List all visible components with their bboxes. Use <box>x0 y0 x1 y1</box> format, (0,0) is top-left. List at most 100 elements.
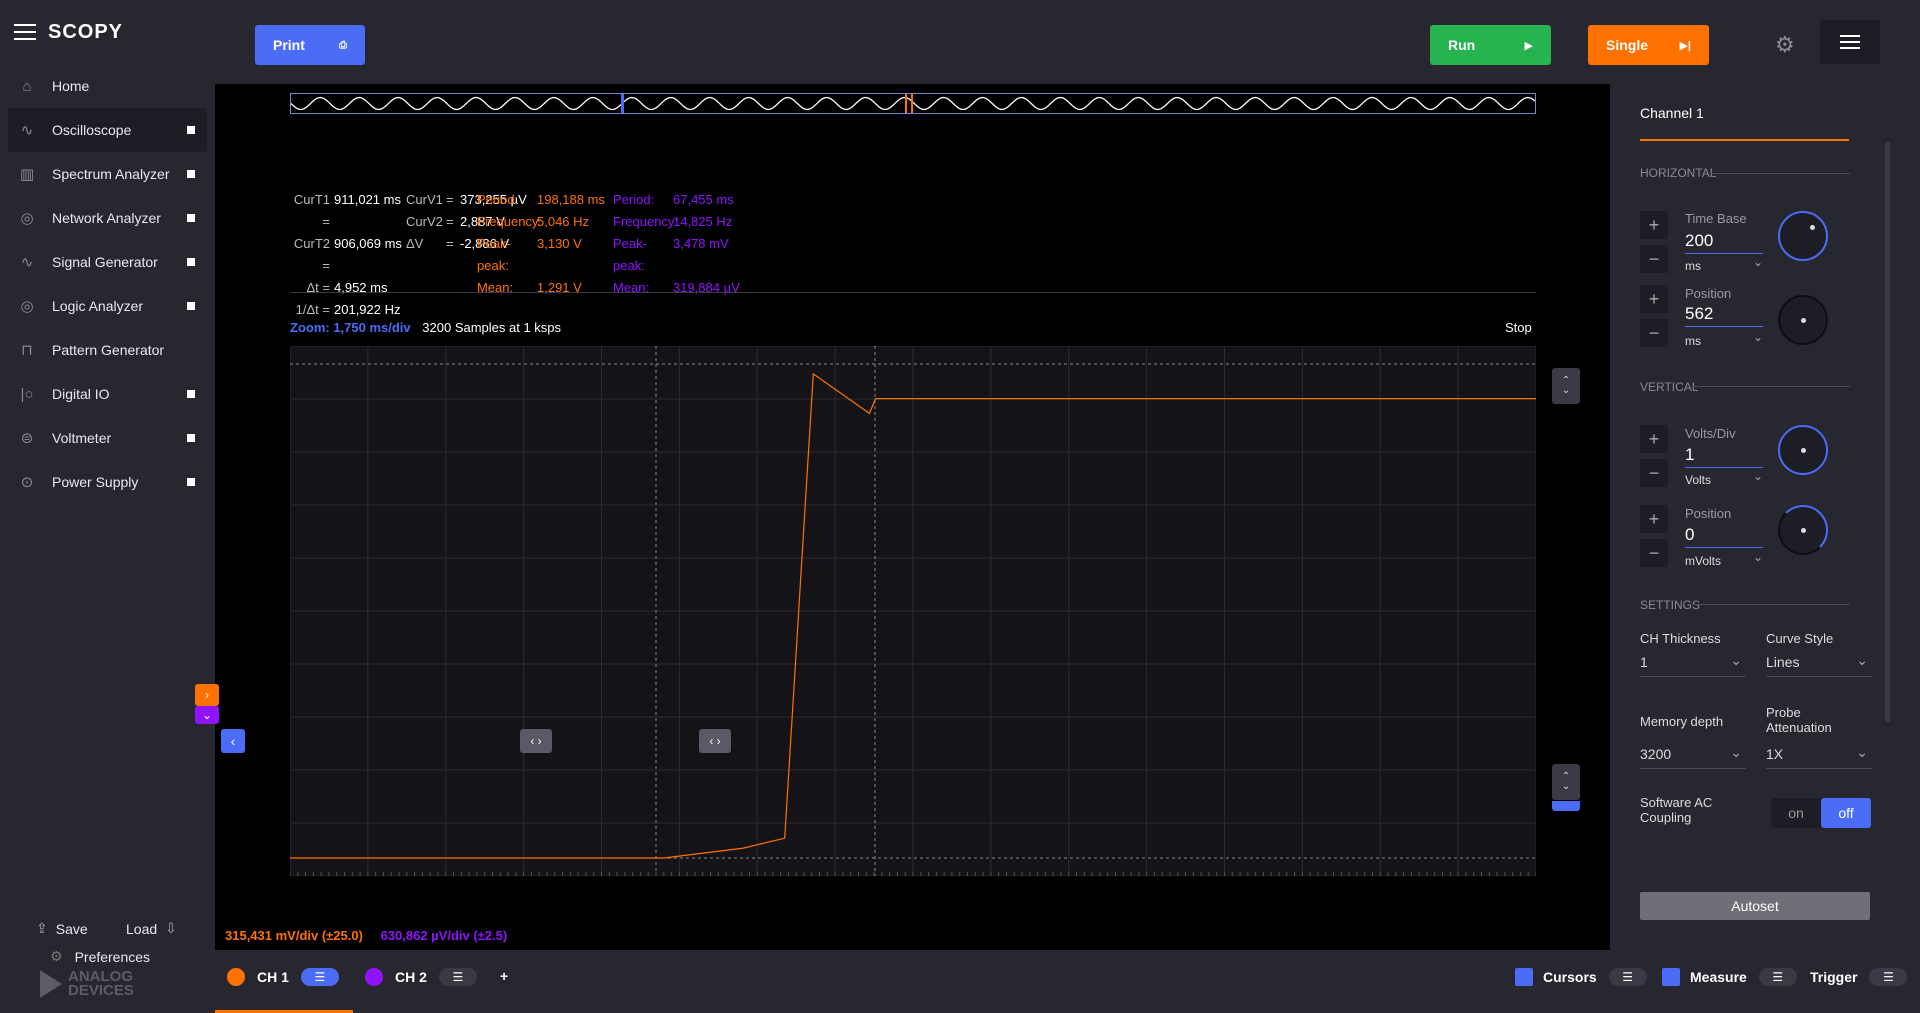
readout-label: Frequency: <box>477 214 543 229</box>
printer-icon: ⎙ <box>339 39 347 51</box>
volts-knob[interactable] <box>1778 425 1828 475</box>
digital-icon: |○ <box>20 385 34 403</box>
minimap-cursor-3[interactable] <box>911 94 913 113</box>
timeline-minimap[interactable] <box>290 93 1536 114</box>
autoset-button[interactable]: Autoset <box>1640 892 1870 920</box>
v-position-unit[interactable]: mVolts <box>1685 550 1763 568</box>
time-base-minus[interactable]: − <box>1640 245 1668 273</box>
readout-label: CurV2 <box>406 214 443 229</box>
single-button[interactable]: Single ▶| <box>1588 25 1709 65</box>
ac-coupling-toggle[interactable]: on off <box>1771 798 1871 828</box>
readout-label: ΔV <box>406 236 424 251</box>
v-position-input[interactable]: 0 <box>1685 525 1763 548</box>
cursors-tab[interactable]: Cursors ☰ <box>1515 968 1647 986</box>
sidebar-item-pattern-generator[interactable]: ⊓ Pattern Generator <box>8 328 207 372</box>
sidebar-item-logic-analyzer[interactable]: ◎ Logic Analyzer <box>8 284 207 328</box>
menu-icon[interactable] <box>14 24 36 40</box>
trigger-tab[interactable]: Trigger ☰ <box>1810 968 1908 986</box>
panel-scrollbar[interactable] <box>1885 142 1890 722</box>
h-position-input[interactable]: 562 <box>1685 304 1763 327</box>
v-scroll-top[interactable]: ⌃ ⌄ <box>1552 368 1580 404</box>
cursor-t1-handle[interactable]: ‹ › <box>520 729 552 753</box>
preferences-button[interactable]: ⚙ Preferences <box>50 948 150 965</box>
add-channel-button[interactable]: + <box>500 968 508 984</box>
minimap-cursor-1[interactable] <box>621 94 624 113</box>
trigger-settings-icon[interactable]: ☰ <box>1869 968 1908 986</box>
readout-label: Period: <box>477 192 519 207</box>
logic-icon: ◎ <box>20 298 34 315</box>
readout-row: Mean: 1,291 V <box>477 277 617 299</box>
thickness-select[interactable]: 1 <box>1640 652 1746 677</box>
cursors-settings-icon[interactable]: ☰ <box>1608 968 1647 986</box>
time-base-knob[interactable] <box>1778 211 1828 261</box>
status-indicator <box>187 434 195 442</box>
plot-info: Zoom: 1,750 ms/div 3200 Samples at 1 ksp… <box>290 320 561 335</box>
h-position-knob[interactable] <box>1778 295 1828 345</box>
ch1-tab[interactable]: CH 1 ☰ <box>227 968 339 986</box>
sidebar-item-voltmeter[interactable]: ⊜ Voltmeter <box>8 416 207 460</box>
measure-checkbox[interactable] <box>1662 968 1680 986</box>
ch2-level-marker[interactable]: ⌄ <box>195 706 219 724</box>
volts-unit[interactable]: Volts <box>1685 469 1763 487</box>
h-position-label: Position <box>1685 286 1732 301</box>
load-icon: ⇩ <box>165 920 177 936</box>
ch1-settings-icon[interactable]: ☰ <box>300 968 339 986</box>
save-button[interactable]: ⇪ Save <box>36 920 88 937</box>
v-scroll-bottom[interactable]: ⌃ ⌄ <box>1552 764 1580 800</box>
ch2-scale: 630,862 µV/div (±2.5) <box>380 928 508 943</box>
ch1-level-marker[interactable]: › <box>195 684 219 706</box>
volts-minus[interactable]: − <box>1640 459 1668 487</box>
panel-title: Channel 1 <box>1640 105 1704 121</box>
minimap-cursor-2[interactable] <box>905 94 907 113</box>
time-base-unit[interactable]: ms <box>1685 255 1763 273</box>
cursor-t2-handle[interactable]: ‹ › <box>699 729 731 753</box>
sidebar-item-network-analyzer[interactable]: ◎ Network Analyzer <box>8 196 207 240</box>
scroll-left-button[interactable]: ‹ <box>221 729 245 753</box>
v-position-minus[interactable]: − <box>1640 539 1668 567</box>
sidebar-item-home[interactable]: ⌂ Home <box>8 64 207 108</box>
measure-settings-icon[interactable]: ☰ <box>1758 968 1797 986</box>
channel-bar: CH 1 ☰ CH 2 ☰ + Cursors ☰ Measure ☰ Trig… <box>215 950 1920 1013</box>
sidebar-item-signal-generator[interactable]: ∿ Signal Generator <box>8 240 207 284</box>
readout-row: Δt = 4,952 ms <box>290 277 402 299</box>
sidebar-item-oscilloscope[interactable]: ∿ Oscilloscope <box>8 108 207 152</box>
h-position-minus[interactable]: − <box>1640 319 1668 347</box>
ch-offset-marker[interactable] <box>1552 801 1580 811</box>
ch2-settings-icon[interactable]: ☰ <box>438 968 477 986</box>
memory-depth-select[interactable]: 3200 <box>1640 744 1746 769</box>
ch2-tab[interactable]: CH 2 ☰ <box>365 968 477 986</box>
status-indicator <box>187 302 195 310</box>
sidebar-item-spectrum-analyzer[interactable]: ▥ Spectrum Analyzer <box>8 152 207 196</box>
plot-canvas[interactable] <box>289 345 1537 877</box>
readout-label: Period: <box>613 192 655 207</box>
ac-on-option[interactable]: on <box>1771 798 1821 828</box>
measure-tab[interactable]: Measure ☰ <box>1662 968 1797 986</box>
time-base-input[interactable]: 200 <box>1685 231 1763 254</box>
v-position-plus[interactable]: + <box>1640 505 1668 533</box>
oscilloscope-icon: ∿ <box>20 122 34 139</box>
volts-plus[interactable]: + <box>1640 425 1668 453</box>
curve-style-select[interactable]: Lines <box>1766 652 1872 677</box>
status-indicator <box>187 258 195 266</box>
readout-value: 4,952 ms <box>334 280 388 295</box>
run-button[interactable]: Run ▶ <box>1430 25 1551 65</box>
settings-gear-icon[interactable]: ⚙ <box>1775 32 1795 58</box>
ac-off-option[interactable]: off <box>1821 798 1871 828</box>
h-position-unit[interactable]: ms <box>1685 330 1763 348</box>
h-position-plus[interactable]: + <box>1640 285 1668 313</box>
sidebar-item-digital-io[interactable]: |○ Digital IO <box>8 372 207 416</box>
sidebar-item-power-supply[interactable]: ⊙ Power Supply <box>8 460 207 504</box>
readout-row: CurT2 = 906,069 ms <box>290 233 402 277</box>
volts-label: Volts/Div <box>1685 426 1736 441</box>
acquisition-status: Stop <box>1505 320 1532 335</box>
channel-settings-button[interactable] <box>1820 20 1880 64</box>
print-button[interactable]: Print ⎙ <box>255 25 365 65</box>
volts-input[interactable]: 1 <box>1685 445 1763 468</box>
readout-label: CurV1 <box>406 192 443 207</box>
load-button[interactable]: Load ⇩ <box>126 920 177 937</box>
time-base-plus[interactable]: + <box>1640 211 1668 239</box>
cursors-checkbox[interactable] <box>1515 968 1533 986</box>
v-position-knob[interactable] <box>1778 505 1828 555</box>
probe-attenuation-select[interactable]: 1X <box>1766 744 1872 769</box>
readout-value: 198,188 ms <box>537 192 605 207</box>
